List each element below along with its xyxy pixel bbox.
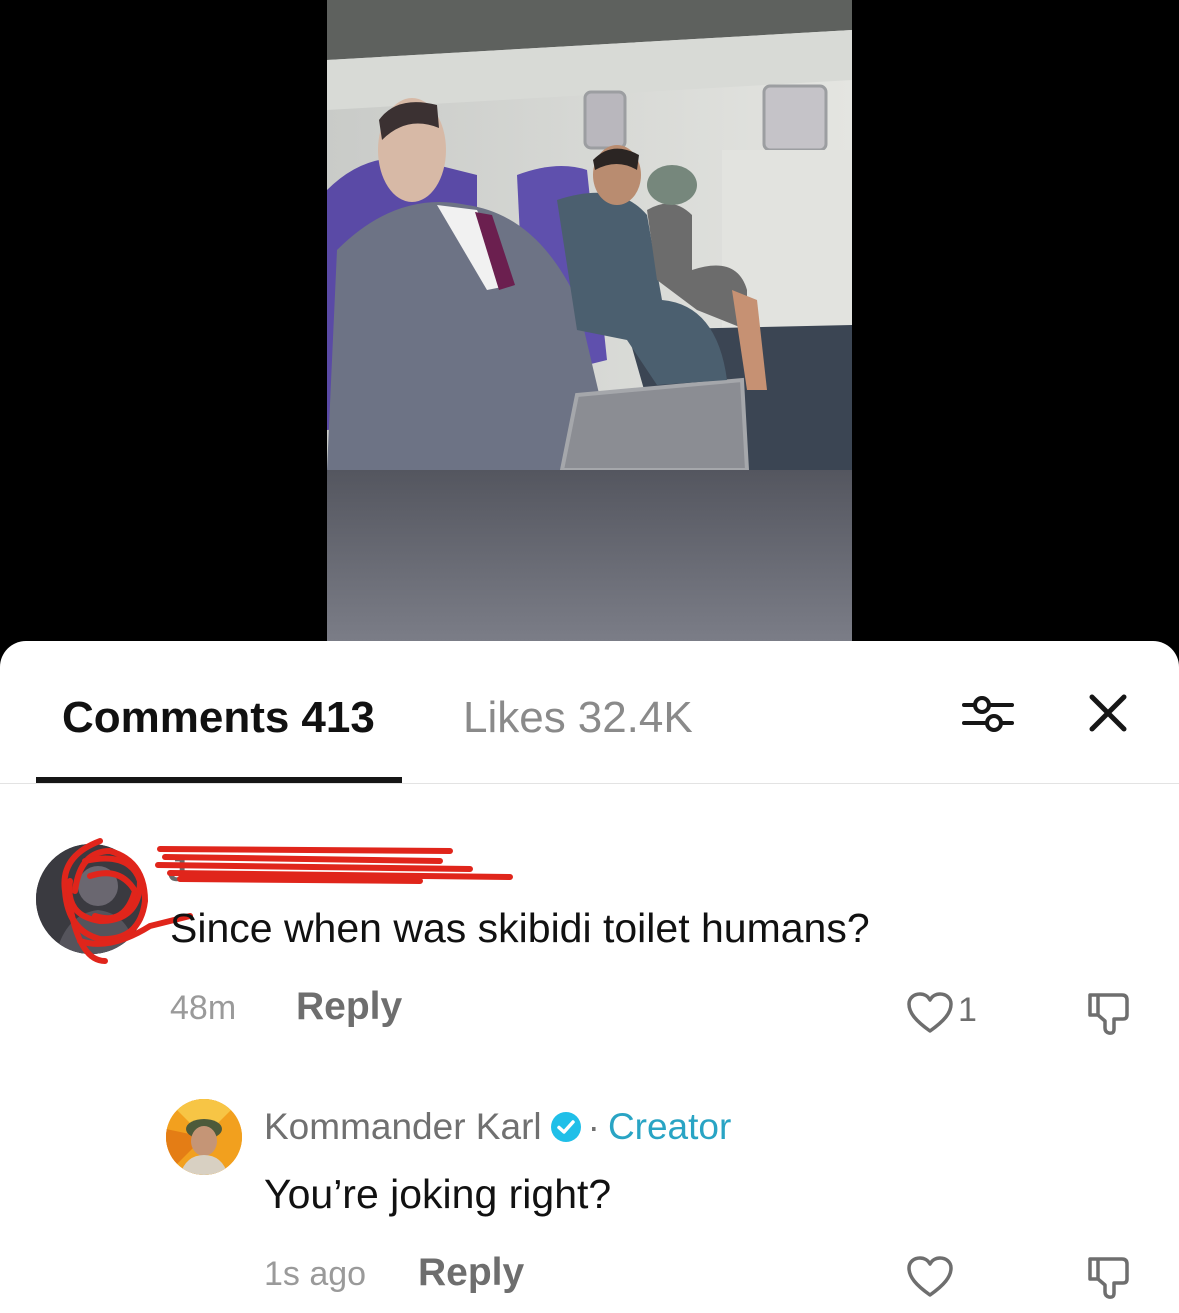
comments-sheet: Comments 413 Likes 32.4K J Since when wa… [0, 641, 1179, 1313]
heart-icon [907, 1256, 953, 1297]
tab-comments-count: 413 [301, 693, 375, 742]
reply-button[interactable]: Reply [418, 1251, 524, 1295]
active-tab-indicator [36, 777, 402, 783]
like-button[interactable] [906, 1255, 954, 1299]
reply-button[interactable]: Reply [296, 985, 402, 1029]
comment-username[interactable]: J [168, 851, 187, 890]
thumbs-down-icon [1088, 993, 1129, 1035]
comment-text: Since when was skibidi toilet humans? [170, 905, 870, 951]
video-frame[interactable] [327, 0, 852, 641]
tab-likes[interactable]: Likes 32.4K [463, 691, 693, 745]
tab-likes-count: 32.4K [577, 693, 693, 742]
tab-comments-label: Comments [62, 693, 290, 742]
avatar-image [166, 1099, 242, 1175]
verified-badge-icon [550, 1112, 581, 1142]
tab-comments[interactable]: Comments 413 [62, 691, 375, 745]
tab-likes-label: Likes [463, 693, 566, 742]
comment-timestamp: 1s ago [264, 1255, 367, 1293]
like-button[interactable] [906, 991, 954, 1035]
separator-dot: · [587, 1106, 600, 1147]
avatar[interactable] [36, 844, 146, 954]
thumbs-down-icon [1088, 1257, 1129, 1299]
creator-badge: Creator [607, 1106, 732, 1147]
tabs-bar: Comments 413 Likes 32.4K [0, 641, 1179, 784]
username-text[interactable]: Kommander Karl [264, 1106, 542, 1147]
video-player[interactable] [0, 0, 1179, 660]
like-count: 1 [958, 991, 977, 1029]
avatar-image [36, 844, 146, 954]
filter-button[interactable] [960, 691, 1016, 737]
dislike-button[interactable] [1084, 989, 1132, 1037]
comment-username: Kommander Karl · Creator [264, 1105, 731, 1149]
comment-timestamp: 48m [170, 989, 237, 1027]
heart-icon [907, 992, 953, 1033]
avatar[interactable] [166, 1099, 242, 1175]
close-button[interactable] [1086, 691, 1130, 735]
sliders-icon [962, 696, 1014, 732]
dislike-button[interactable] [1084, 1253, 1132, 1301]
comment-item: J Since when was skibidi toilet humans? … [0, 831, 1179, 1051]
comment-text: You’re joking right? [264, 1171, 612, 1217]
video-thumbnail [327, 0, 852, 641]
reply-item: Kommander Karl · Creator You’re joking rig… [0, 1091, 1179, 1313]
close-icon [1089, 694, 1127, 732]
